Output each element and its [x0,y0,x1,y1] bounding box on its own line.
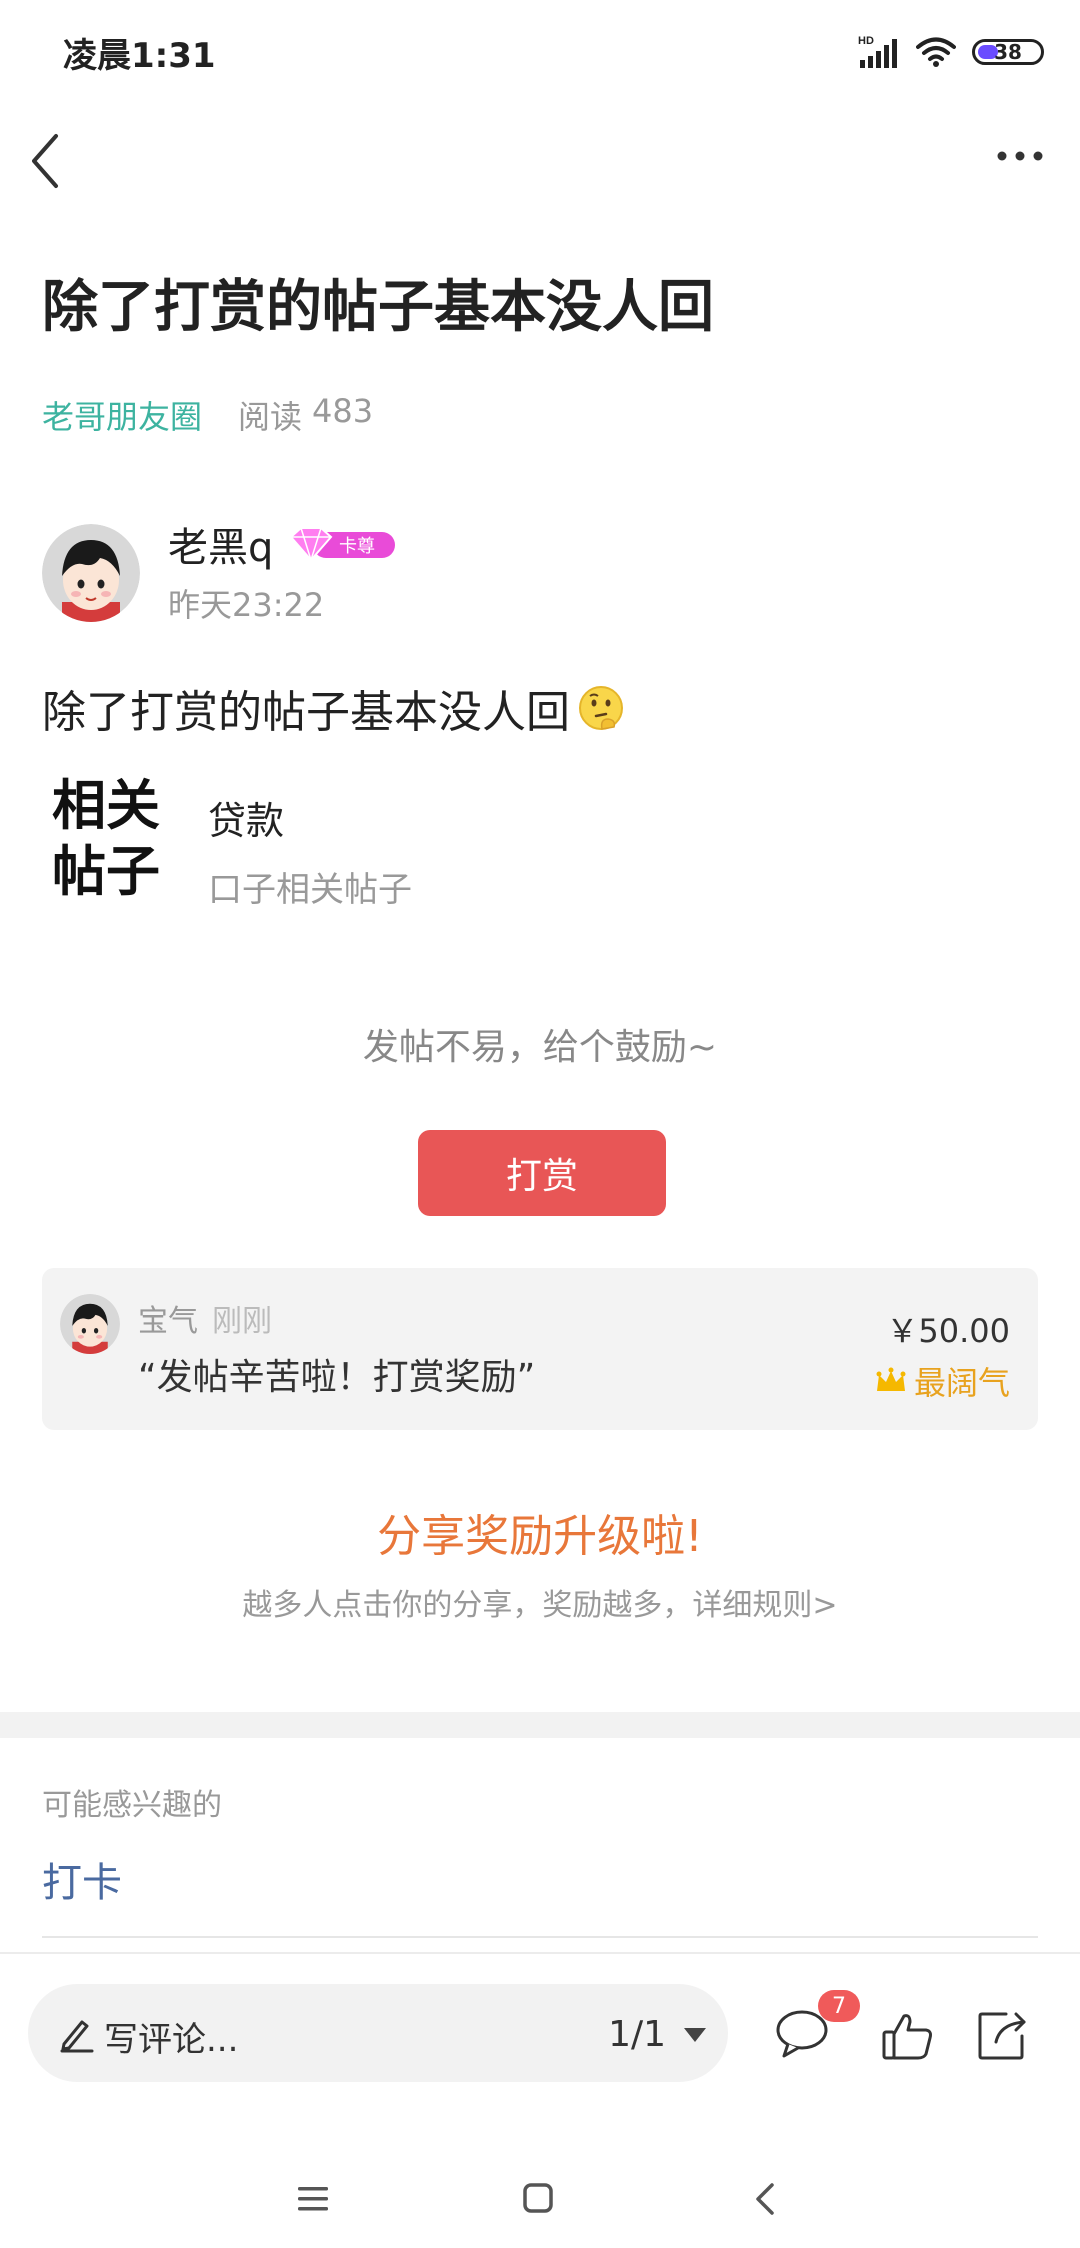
share-reward-rules-link[interactable]: 越多人点击你的分享，奖励越多，详细规则> [0,1580,1080,1624]
reward-message: “发帖辛苦啦！打赏奖励” [138,1357,536,1398]
section-divider [0,1712,1080,1738]
top-nav [0,110,1080,200]
wifi-icon [916,37,956,67]
chevron-left-icon[interactable] [22,120,82,190]
divider [42,1936,1038,1938]
post-title: 除了打赏的帖子基本没人回 [42,275,714,340]
comment-placeholder: 写评论... [104,2020,239,2060]
battery-icon: 38 [972,39,1044,65]
status-time: 凌晨1:31 [63,36,216,76]
thinking-face-icon [579,686,623,730]
menu-icon[interactable] [296,2184,330,2214]
battery-level: 38 [994,40,1022,64]
back-icon[interactable] [752,2182,778,2216]
page-indicator[interactable]: 1/1 [608,2014,666,2055]
post-body-text: 除了打赏的帖子基本没人回 [42,687,570,738]
circle-link[interactable]: 老哥朋友圈 [42,392,202,436]
reward-user-row: 宝气 刚刚 [138,1296,272,1340]
related-subtitle[interactable]: 口子相关帖子 [208,862,412,911]
read-count: 阅读 483 [238,392,373,436]
reward-user-name[interactable]: 宝气 [138,1296,198,1340]
chevron-down-icon[interactable] [682,2026,708,2044]
read-label: 阅读 [238,398,303,436]
related-tag[interactable]: 贷款 [208,790,284,845]
author-name-row: 老黑q 卡尊 [168,516,397,572]
encourage-text: 发帖不易，给个鼓励~ [362,1027,718,1068]
comment-input[interactable]: 写评论... 1/1 [28,1984,728,2082]
reward-button[interactable]: 打赏 [418,1130,666,1216]
interest-label: 可能感兴趣的 [42,1788,222,1823]
interest-item[interactable]: 打卡 [42,1850,122,1908]
reward-title: 最阔气 [874,1358,1010,1404]
share-icon[interactable] [976,2008,1030,2062]
post-detail-page: 凌晨1:31 HD 38 除了打赏的帖子基本没人回 老哥朋友圈 阅读 483 老… [0,0,1080,2248]
reward-amount: ￥50.00 [886,1312,1010,1350]
post-meta: 老哥朋友圈 阅读 483 [42,392,373,436]
reward-title-label: 最阔气 [913,1364,1010,1402]
read-count-value: 483 [312,392,374,430]
author-name[interactable]: 老黑q [168,515,273,573]
system-nav-bar [0,2120,1080,2248]
vip-badge-label: 卡尊 [339,536,375,557]
avatar[interactable] [42,524,140,622]
post-body: 除了打赏的帖子基本没人回 [42,676,626,740]
comment-count-badge: 7 [818,1990,860,2022]
bottom-action-bar: 写评论... 1/1 7 [0,1952,1080,2118]
more-horizontal-icon[interactable] [992,130,1052,180]
like-icon[interactable] [880,2008,936,2064]
related-posts-label: 相关帖子 [52,773,160,903]
pen-icon [60,2020,94,2053]
status-icons: HD 38 [856,32,1044,72]
post-time: 昨天23:22 [168,586,325,624]
status-bar: 凌晨1:31 HD 38 [0,0,1080,100]
reward-record-card[interactable]: 宝气 刚刚 “发帖辛苦啦！打赏奖励” ￥50.00 最阔气 [42,1268,1038,1430]
reward-time: 刚刚 [212,1304,272,1339]
home-icon[interactable] [522,2182,554,2214]
share-reward-title[interactable]: 分享奖励升级啦! [0,1500,1080,1564]
network-type: HD [858,35,874,47]
crown-icon [876,1367,906,1391]
signal-icon: HD [858,35,897,68]
avatar[interactable] [60,1294,120,1354]
diamond-badge-icon: 卡尊 [289,527,396,563]
